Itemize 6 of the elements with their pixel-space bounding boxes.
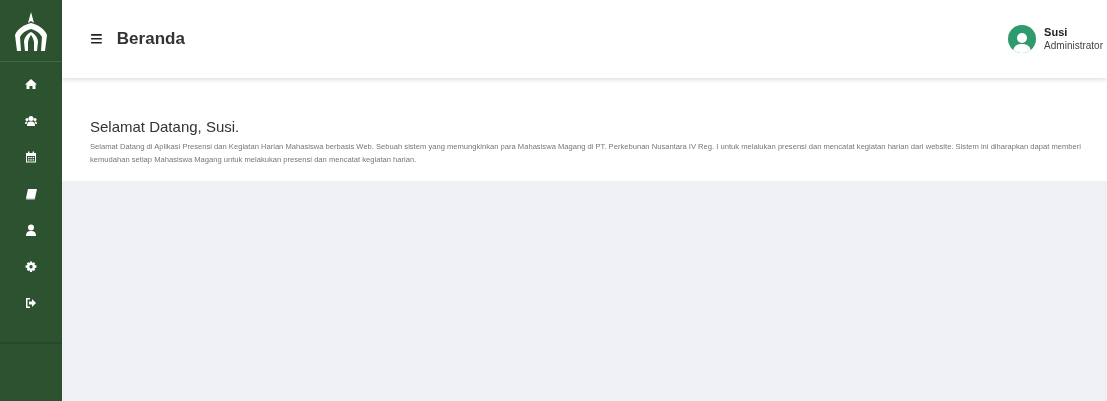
avatar-icon [1008, 25, 1037, 53]
welcome-heading: Selamat Datang, Susi. [90, 118, 241, 136]
menu-button[interactable]: ≡ [90, 28, 103, 50]
page-title: Beranda [116, 28, 185, 51]
user-role: Administrator [1044, 39, 1103, 52]
user-name: Susi [1044, 26, 1069, 40]
